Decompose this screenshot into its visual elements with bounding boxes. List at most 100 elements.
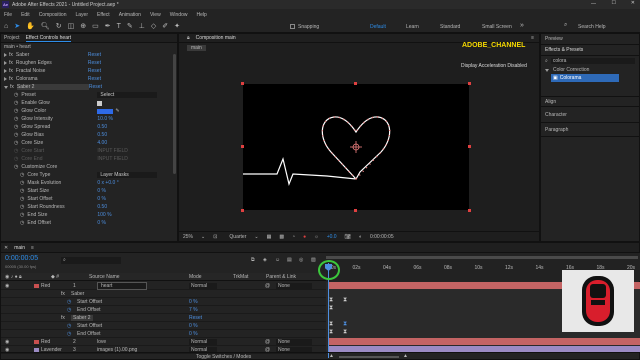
- puppet-tool-icon[interactable]: ✦: [174, 22, 180, 30]
- region-icon[interactable]: ▦: [267, 234, 272, 240]
- panel-menu-icon[interactable]: ≡: [531, 35, 534, 41]
- property-value[interactable]: Reset: [189, 315, 202, 321]
- expand-arrow-icon[interactable]: [4, 61, 7, 65]
- property-name[interactable]: End Offset: [77, 307, 101, 313]
- stopwatch-icon[interactable]: ◷: [67, 331, 71, 337]
- effects-presets-section[interactable]: Effects & Presets: [541, 45, 639, 56]
- selection-tool-icon[interactable]: ➤: [14, 22, 20, 30]
- stopwatch-icon[interactable]: ◷: [67, 299, 71, 305]
- effect-scrollbar[interactable]: [173, 54, 176, 174]
- parent-select[interactable]: None: [276, 282, 312, 289]
- comp-flowchart-icon[interactable]: ⧉: [251, 257, 255, 263]
- stopwatch-icon[interactable]: ◷: [14, 132, 18, 138]
- align-section[interactable]: Align: [541, 96, 639, 107]
- effect-property-row[interactable]: ◷ Start Roundness 0.50: [4, 203, 177, 211]
- stopwatch-icon[interactable]: ◷: [14, 124, 18, 130]
- stopwatch-icon[interactable]: ◷: [67, 323, 71, 329]
- eyedropper-icon[interactable]: ✎: [115, 108, 119, 114]
- expand-arrow-icon[interactable]: [4, 77, 7, 81]
- camera-tool-icon[interactable]: ◫: [68, 22, 75, 30]
- property-value[interactable]: 0 %: [189, 299, 198, 305]
- show-snapshot-icon[interactable]: ◐: [359, 234, 362, 240]
- layer-mode-select[interactable]: Normal: [189, 282, 217, 289]
- graph-editor-icon[interactable]: ▧: [311, 257, 316, 263]
- motion-blur-icon[interactable]: ◎: [299, 257, 303, 263]
- layer-name[interactable]: heart: [97, 281, 147, 290]
- tab-effect-controls[interactable]: Effect Controls heart: [25, 35, 72, 42]
- layer-row[interactable]: ◷ End Offset 7 %: [1, 306, 326, 314]
- property-value[interactable]: 7 %: [189, 307, 198, 313]
- tab-project[interactable]: Project: [4, 35, 20, 41]
- visibility-eye-icon[interactable]: ◉: [5, 283, 9, 289]
- layer-row[interactable]: fx Saber 2 Reset: [1, 314, 326, 322]
- bbox-handle-br[interactable]: [468, 209, 471, 212]
- col-mode[interactable]: Mode: [189, 274, 202, 280]
- effect-row[interactable]: fx Fractal Noise Reset: [4, 67, 177, 75]
- hand-tool-icon[interactable]: ✋: [26, 22, 35, 30]
- property-value[interactable]: 0 %: [97, 196, 106, 202]
- fit-icon[interactable]: ⊡: [213, 234, 217, 240]
- stopwatch-icon[interactable]: ◷: [20, 196, 24, 202]
- property-value[interactable]: 0 x +0.0 °: [97, 180, 118, 186]
- layer-mode-select[interactable]: Normal: [189, 338, 217, 345]
- shy-layers-icon[interactable]: ☺: [275, 257, 280, 263]
- frame-blending-icon[interactable]: ▤: [287, 257, 292, 263]
- property-value[interactable]: INPUT FIELD: [97, 148, 127, 154]
- stopwatch-icon[interactable]: ◷: [20, 220, 24, 226]
- menu-effect[interactable]: Effect: [97, 12, 110, 18]
- snapshot-icon[interactable]: 📷︎: [345, 234, 351, 240]
- eraser-tool-icon[interactable]: ◇: [151, 22, 156, 30]
- bbox-handle-ml[interactable]: [241, 145, 244, 148]
- brush-tool-icon[interactable]: ✎: [127, 22, 133, 30]
- layer-row[interactable]: ◉ Red 2 love Normal None @: [1, 338, 326, 346]
- stopwatch-icon[interactable]: ◷: [14, 148, 18, 154]
- pen-tool-icon[interactable]: ✒: [105, 22, 111, 30]
- property-name[interactable]: Saber 2: [71, 314, 93, 321]
- zoom-out-icon[interactable]: ▲: [329, 353, 334, 359]
- keyframe[interactable]: ⧗: [329, 321, 333, 327]
- property-value[interactable]: 0 %: [189, 323, 198, 329]
- stopwatch-icon[interactable]: ◷: [20, 212, 24, 218]
- menu-composition[interactable]: Composition: [39, 12, 67, 18]
- effect-property-row[interactable]: ◷ Core Start INPUT FIELD: [4, 147, 177, 155]
- stopwatch-icon[interactable]: ◷: [14, 108, 18, 114]
- property-name[interactable]: Start Offset: [77, 323, 102, 329]
- property-value[interactable]: 0.50: [97, 204, 107, 210]
- effect-property-row[interactable]: ◷ Glow Intensity 10.0 %: [4, 115, 177, 123]
- workspace-default[interactable]: Default: [370, 24, 386, 30]
- effect-reset-link[interactable]: Reset: [89, 84, 102, 90]
- stopwatch-icon[interactable]: ◷: [14, 92, 18, 98]
- stopwatch-icon[interactable]: ◷: [20, 188, 24, 194]
- bbox-handle-tc[interactable]: [354, 82, 357, 85]
- stopwatch-icon[interactable]: ◷: [67, 307, 71, 313]
- property-value[interactable]: 0 %: [97, 188, 106, 194]
- fx-icon[interactable]: fx: [61, 315, 65, 321]
- layer-row[interactable]: ◉ Red 1 heart Normal None @: [1, 281, 326, 290]
- property-name[interactable]: Saber: [71, 291, 84, 297]
- workspace-standard[interactable]: Standard: [440, 24, 460, 30]
- expand-arrow-icon[interactable]: [4, 69, 7, 73]
- transparency-grid-icon[interactable]: ▩: [279, 234, 284, 240]
- effects-search-input[interactable]: colora: [550, 58, 635, 64]
- clone-tool-icon[interactable]: ⊥: [139, 22, 145, 30]
- composition-canvas[interactable]: [241, 82, 471, 212]
- stopwatch-icon[interactable]: ◷: [14, 100, 18, 106]
- keyframe[interactable]: ⧗: [343, 321, 347, 327]
- rectangle-tool-icon[interactable]: ▭: [92, 22, 99, 30]
- stopwatch-icon[interactable]: ◷: [20, 204, 24, 210]
- tab-timeline-main[interactable]: main: [14, 245, 25, 251]
- paragraph-section[interactable]: Paragraph: [541, 123, 639, 137]
- bbox-handle-mr[interactable]: [468, 145, 471, 148]
- menu-view[interactable]: View: [150, 12, 161, 18]
- color-channel-icon[interactable]: ●: [303, 234, 306, 240]
- bbox-handle-tl[interactable]: [241, 82, 244, 85]
- effect-property-row[interactable]: ◷ End Size 100 %: [4, 211, 177, 219]
- label-color-swatch[interactable]: [34, 340, 39, 344]
- comp-timecode[interactable]: 0:00:00:05: [370, 234, 394, 240]
- col-parent[interactable]: Parent & Link: [266, 274, 296, 280]
- expand-arrow-icon[interactable]: [4, 85, 8, 89]
- workspace-more-icon[interactable]: »: [520, 22, 524, 29]
- bbox-handle-bl[interactable]: [241, 209, 244, 212]
- timeline-zoom-slider[interactable]: [339, 356, 399, 358]
- effect-property-row[interactable]: ◷ Customize Core: [4, 163, 177, 171]
